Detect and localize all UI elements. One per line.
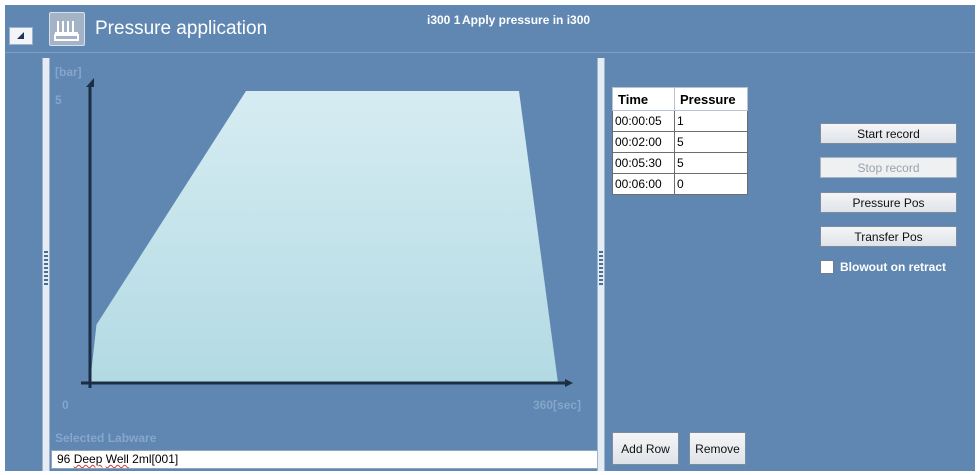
add-row-button[interactable]: Add Row xyxy=(612,432,679,465)
pressure-area xyxy=(90,91,558,383)
pressure-table: Time Pressure 00:00:05 1 00:02:00 5 00:0… xyxy=(612,87,748,195)
table-row[interactable]: 00:02:00 5 xyxy=(612,131,748,153)
pressure-cell[interactable]: 1 xyxy=(674,110,748,132)
y-axis-label: [bar] xyxy=(55,65,82,79)
pressure-cell[interactable]: 0 xyxy=(674,173,748,195)
transfer-pos-button[interactable]: Transfer Pos xyxy=(820,226,957,247)
selected-labware-field[interactable]: 96 Deep Well 2ml[001] xyxy=(51,450,601,469)
start-record-button[interactable]: Start record xyxy=(820,123,957,144)
time-cell[interactable]: 00:05:30 xyxy=(612,152,675,174)
stop-record-button[interactable]: Stop record xyxy=(820,157,957,178)
blowout-checkbox[interactable] xyxy=(820,260,834,274)
pressure-application-panel: Pressure application i300 1 Apply pressu… xyxy=(5,5,975,471)
right-splitter[interactable] xyxy=(597,58,605,471)
blowout-option[interactable]: Blowout on retract xyxy=(820,260,946,274)
time-cell[interactable]: 00:02:00 xyxy=(612,131,675,153)
x-min-tick-label: 0 xyxy=(62,398,69,412)
time-cell[interactable]: 00:06:00 xyxy=(612,173,675,195)
pressure-pos-button[interactable]: Pressure Pos xyxy=(820,192,957,213)
selected-labware-label: Selected Labware xyxy=(55,431,157,445)
pressure-cell[interactable]: 5 xyxy=(674,152,748,174)
pressure-cell[interactable]: 5 xyxy=(674,131,748,153)
x-max-tick-label: 360[sec] xyxy=(533,398,582,412)
time-cell[interactable]: 00:00:05 xyxy=(612,110,675,132)
table-row[interactable]: 00:05:30 5 xyxy=(612,152,748,174)
table-header-pressure[interactable]: Pressure xyxy=(674,87,748,111)
y-max-tick-label: 5 xyxy=(55,93,62,107)
y-axis-arrow-icon xyxy=(86,78,94,87)
pressure-chart xyxy=(81,78,573,388)
x-axis-arrow-icon xyxy=(565,379,573,387)
table-header-time[interactable]: Time xyxy=(612,87,675,111)
splitter-grip-icon xyxy=(599,251,603,285)
blowout-label: Blowout on retract xyxy=(840,260,947,274)
table-row[interactable]: 00:06:00 0 xyxy=(612,173,748,195)
table-row[interactable]: 00:00:05 1 xyxy=(612,110,748,132)
remove-button[interactable]: Remove xyxy=(689,432,746,465)
